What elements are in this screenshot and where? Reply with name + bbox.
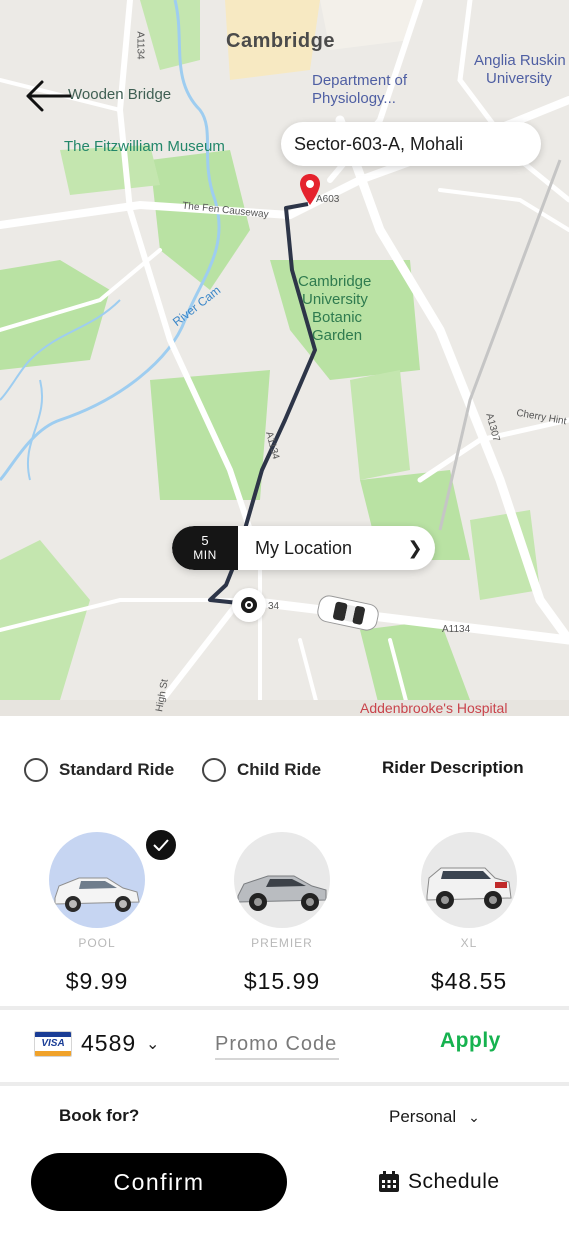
car-options: POOL $9.99 PREMIER $15.99 XL $48.55 — [0, 828, 569, 1012]
car-image-xl — [421, 832, 517, 928]
car-image-pool — [49, 832, 145, 928]
destination-bubble[interactable]: Sector-603-A, Mohali — [281, 122, 541, 166]
child-ride-label: Child Ride — [237, 760, 322, 779]
card-brand-label: VISA — [41, 1038, 65, 1049]
divider — [0, 1082, 569, 1086]
promo-code-input[interactable] — [215, 1030, 339, 1060]
radio-circle-icon — [24, 758, 48, 782]
car-option-xl[interactable]: XL $48.55 — [409, 832, 529, 995]
checkmark-icon — [144, 828, 178, 862]
car-image-premier — [234, 832, 330, 928]
standard-ride-radio[interactable]: Standard Ride — [24, 758, 174, 782]
rider-description-link[interactable]: Rider Description — [382, 758, 524, 778]
schedule-button[interactable]: Schedule — [378, 1170, 500, 1194]
map-label-addenbrookes: Addenbrooke's Hospital — [360, 700, 508, 716]
map-base — [0, 0, 569, 716]
schedule-label: Schedule — [408, 1170, 500, 1193]
apply-button[interactable]: Apply — [440, 1029, 501, 1053]
map-label-anglia-1: Anglia Ruskin — [474, 52, 566, 69]
visa-card-icon[interactable]: VISA — [34, 1031, 72, 1057]
ride-type-selector: Standard Ride Child Ride Rider Descripti… — [0, 758, 569, 782]
chevron-down-icon[interactable]: ⌄ — [146, 1034, 159, 1054]
chevron-down-icon: ⌄ — [468, 1108, 480, 1125]
map-label-wooden-bridge: Wooden Bridge — [68, 86, 172, 103]
my-location-label: My Location — [255, 537, 353, 558]
car-name-xl: XL — [460, 936, 478, 950]
map-label-anglia-2: University — [486, 70, 552, 87]
eta-bubble[interactable]: 5 MIN My Location ❯ — [172, 526, 435, 570]
map-label-a1134-bottom: A1134 — [442, 624, 471, 635]
car-price-xl: $48.55 — [430, 968, 508, 994]
eta-value: 5 — [201, 533, 209, 548]
car-price-premier: $15.99 — [243, 968, 321, 994]
car-option-premier[interactable]: PREMIER $15.99 — [222, 832, 342, 995]
car-name-pool: POOL — [78, 936, 116, 950]
map-label-road-34: 34 — [268, 601, 280, 612]
book-for-row: Book for? Personal ⌄ — [0, 1106, 569, 1136]
map-city-label: Cambridge — [226, 30, 335, 52]
map-label-fitzwilliam: The Fitzwilliam Museum — [64, 138, 225, 155]
confirm-button[interactable]: Confirm — [31, 1153, 287, 1211]
book-for-value: Personal — [389, 1107, 457, 1126]
suv-icon — [426, 867, 512, 909]
divider — [0, 1006, 569, 1010]
car-name-premier: PREMIER — [251, 936, 313, 950]
ride-panel: Standard Ride Child Ride Rider Descripti… — [0, 716, 569, 1234]
eta-unit: MIN — [193, 548, 217, 562]
map-pin-icon — [300, 174, 320, 205]
radio-circle-icon — [202, 758, 226, 782]
book-for-label: Book for? — [59, 1106, 140, 1125]
map-label-a1134-top: A1134 — [134, 31, 146, 60]
map-label-physiology-1: Department of — [312, 72, 408, 89]
calendar-icon — [379, 1171, 399, 1192]
map-label-physiology-2: Physiology... — [312, 90, 396, 107]
arrow-left-icon — [26, 80, 72, 112]
payment-row: VISA 4589 ⌄ Apply — [0, 1012, 569, 1082]
back-button[interactable] — [22, 76, 74, 116]
map-view[interactable]: Cambridge Wooden Bridge The Fitzwilliam … — [0, 0, 569, 716]
child-ride-radio[interactable]: Child Ride — [202, 758, 321, 782]
map-label-botanic-4: Garden — [312, 327, 363, 344]
book-for-dropdown[interactable]: Personal ⌄ — [389, 1107, 480, 1127]
origin-marker — [232, 588, 266, 622]
car-option-pool[interactable]: POOL $9.99 — [37, 828, 178, 995]
eta-badge: 5 MIN — [172, 526, 238, 570]
card-number[interactable]: 4589 — [81, 1030, 136, 1057]
map-label-botanic-2: University — [302, 291, 368, 308]
destination-label: Sector-603-A, Mohali — [294, 133, 464, 154]
map-label-botanic-3: Botanic — [312, 309, 363, 326]
sedan-icon — [237, 875, 327, 911]
car-price-pool: $9.99 — [65, 968, 129, 994]
chevron-right-icon: ❯ — [407, 537, 423, 558]
standard-ride-label: Standard Ride — [59, 760, 175, 779]
sedan-icon — [54, 877, 140, 912]
map-label-botanic-1: Cambridge — [298, 273, 372, 290]
